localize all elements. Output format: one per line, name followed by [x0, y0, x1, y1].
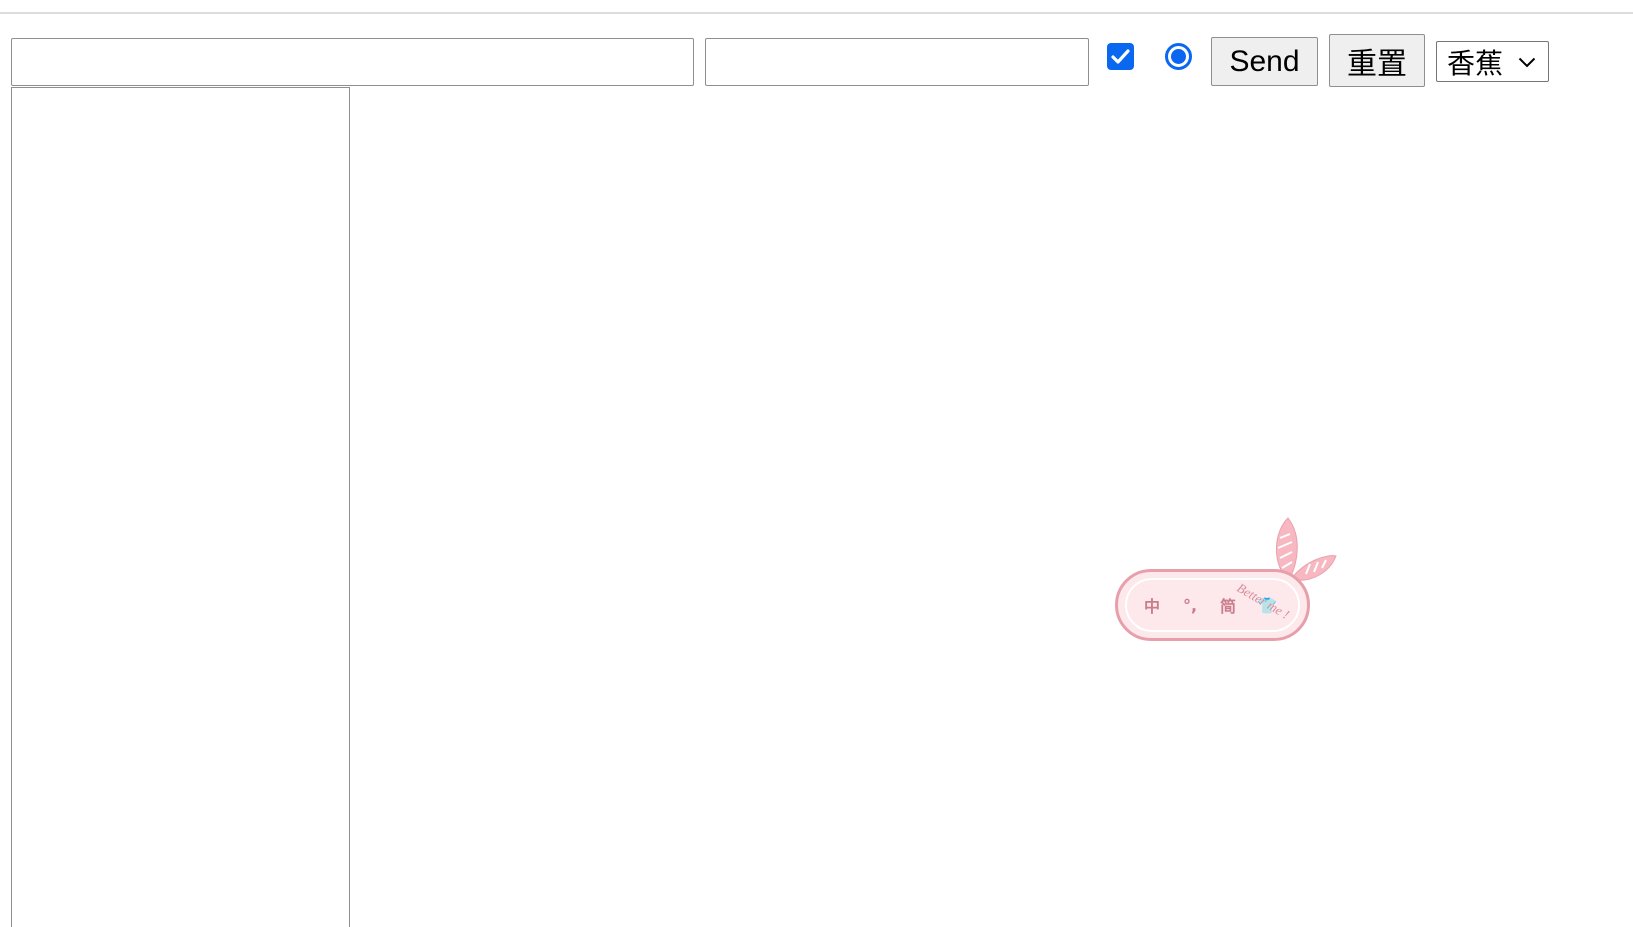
ime-status-widget[interactable]: 中 °, 简 👕 Better me ! — [1112, 512, 1338, 646]
top-divider — [0, 12, 1633, 14]
text-input-1[interactable] — [11, 38, 694, 86]
page: Send 重置 香蕉 中 °, 简 👕 Better me ! — [0, 0, 1633, 927]
chevron-down-icon — [1518, 57, 1536, 68]
checkbox[interactable] — [1107, 43, 1134, 70]
radio-dot — [1171, 49, 1186, 64]
select-value: 香蕉 — [1447, 46, 1504, 80]
radio-button[interactable] — [1165, 43, 1192, 70]
ime-punctuation-mode-label[interactable]: °, — [1181, 596, 1199, 615]
send-button[interactable]: Send — [1211, 37, 1318, 86]
ime-chinese-mode-label[interactable]: 中 — [1143, 593, 1161, 617]
textarea[interactable] — [11, 87, 350, 927]
reset-button[interactable]: 重置 — [1329, 34, 1425, 87]
checkmark-icon — [1111, 49, 1130, 64]
text-input-2[interactable] — [705, 38, 1089, 86]
fruit-select[interactable]: 香蕉 — [1436, 41, 1549, 82]
ime-simplified-label[interactable]: 简 — [1219, 593, 1237, 617]
